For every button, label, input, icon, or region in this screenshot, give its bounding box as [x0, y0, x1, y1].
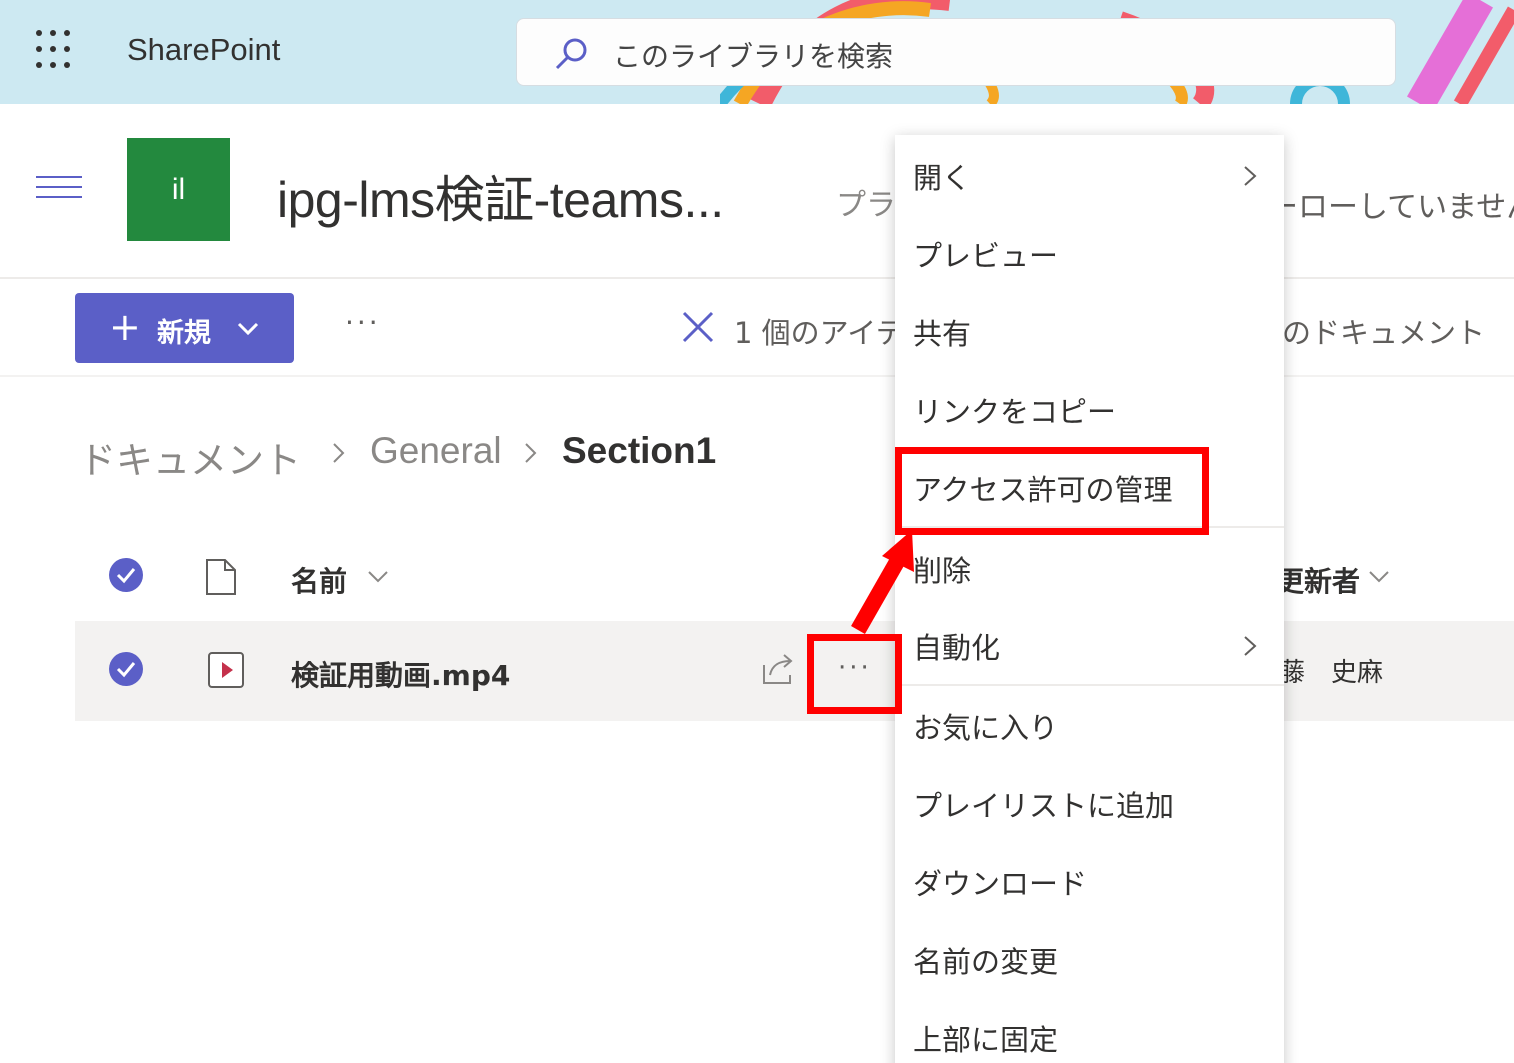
- app-launcher-icon[interactable]: [36, 30, 76, 70]
- chevron-down-icon: [237, 322, 259, 336]
- selection-count: 1 個のアイテ: [734, 316, 905, 350]
- file-name-link[interactable]: 検証用動画.mp4: [291, 654, 510, 694]
- file-type-icon[interactable]: [205, 558, 237, 596]
- chevron-right-icon: [525, 443, 537, 463]
- search-box[interactable]: このライブラリを検索: [516, 18, 1396, 86]
- sharepoint-page: SharePoint このライブラリを検索 il ipg-lms検証-teams…: [0, 0, 1514, 1063]
- context-menu: 開く プレビュー 共有 リンクをコピー アクセス許可の管理 削除 自動化 お気に…: [895, 135, 1284, 1063]
- chevron-right-icon: [1244, 636, 1257, 656]
- follow-status[interactable]: ーローしていません: [1268, 182, 1514, 226]
- site-title[interactable]: ipg-lms検証-teams...: [277, 160, 724, 232]
- menu-item-label: 開く: [913, 161, 972, 195]
- video-file-icon: [208, 652, 244, 688]
- highlight-box-more-button: [807, 634, 902, 714]
- menu-item-preview[interactable]: プレビュー: [895, 215, 1284, 293]
- menu-divider: [895, 684, 1284, 686]
- breadcrumb-item-current: Section1: [562, 430, 717, 471]
- new-button-label: 新規: [157, 318, 211, 349]
- column-header-modified-by[interactable]: 更新者: [1276, 560, 1360, 600]
- menu-item-copy-link[interactable]: リンクをコピー: [895, 371, 1284, 449]
- menu-item-label: リンクをコピー: [913, 395, 1117, 429]
- menu-item-label: 自動化: [913, 631, 1001, 665]
- menu-item-pin-to-top[interactable]: 上部に固定: [895, 999, 1284, 1063]
- menu-item-share[interactable]: 共有: [895, 293, 1284, 371]
- checkmark-icon: [116, 662, 136, 678]
- chevron-right-icon: [333, 443, 345, 463]
- menu-item-open[interactable]: 開く: [895, 137, 1284, 215]
- site-header-text: プラ: [836, 188, 896, 223]
- nav-toggle-icon[interactable]: [36, 176, 82, 206]
- menu-item-download[interactable]: ダウンロード: [895, 843, 1284, 921]
- menu-item-label: 上部に固定: [913, 1023, 1059, 1057]
- header-divider: [0, 277, 1514, 279]
- app-name[interactable]: SharePoint: [127, 32, 280, 68]
- column-header-name[interactable]: 名前: [291, 560, 347, 600]
- new-button[interactable]: + 新規: [75, 293, 294, 363]
- menu-item-label: 削除: [913, 554, 972, 588]
- menu-item-label: ダウンロード: [913, 867, 1088, 901]
- library-view-label[interactable]: のドキュメント: [1282, 310, 1485, 352]
- row-checkbox[interactable]: [109, 652, 143, 686]
- site-logo[interactable]: il: [127, 138, 230, 241]
- checkmark-icon: [116, 568, 136, 584]
- suite-header: SharePoint このライブラリを検索: [0, 0, 1514, 104]
- highlight-box-manage-access: [895, 447, 1209, 535]
- menu-item-favorite[interactable]: お気に入り: [895, 687, 1284, 765]
- more-commands-button[interactable]: ···: [345, 306, 381, 339]
- search-placeholder: このライブラリを検索: [613, 40, 894, 73]
- chevron-down-icon[interactable]: [1367, 564, 1391, 588]
- commandbar-divider: [0, 375, 1514, 377]
- row-modified-by: 藤 史麻: [1279, 658, 1384, 688]
- menu-item-label: プレイリストに追加: [913, 789, 1175, 823]
- close-icon[interactable]: [680, 309, 716, 345]
- chevron-right-icon: [1244, 166, 1257, 186]
- breadcrumb-item-documents[interactable]: ドキュメント: [79, 430, 301, 484]
- menu-item-label: お気に入り: [913, 711, 1059, 745]
- menu-item-label: 共有: [913, 317, 972, 351]
- menu-item-delete[interactable]: 削除: [895, 530, 1284, 608]
- menu-item-add-to-playlist[interactable]: プレイリストに追加: [895, 765, 1284, 843]
- share-icon[interactable]: [760, 651, 796, 687]
- plus-icon: +: [109, 305, 141, 349]
- chevron-down-icon[interactable]: [366, 564, 390, 588]
- breadcrumb-item-general[interactable]: General: [370, 430, 502, 472]
- menu-item-rename[interactable]: 名前の変更: [895, 921, 1284, 999]
- menu-item-automate[interactable]: 自動化: [895, 607, 1284, 685]
- search-icon: [555, 38, 587, 70]
- menu-item-label: プレビュー: [913, 239, 1059, 273]
- menu-item-label: 名前の変更: [913, 945, 1059, 979]
- select-all-checkbox[interactable]: [109, 558, 143, 592]
